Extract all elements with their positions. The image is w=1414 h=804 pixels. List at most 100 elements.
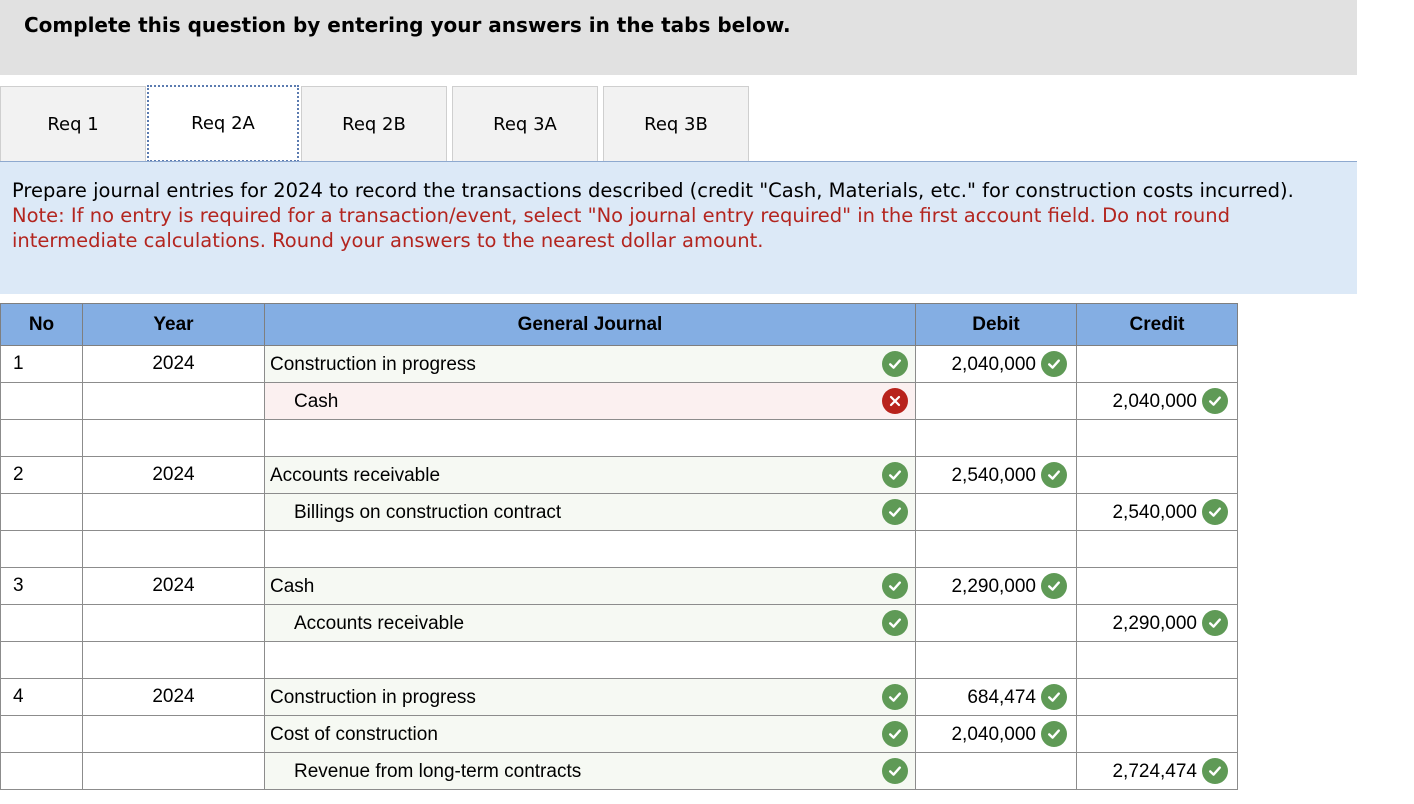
cell-year[interactable] [82,382,265,420]
check-icon [882,351,908,377]
cell-year[interactable] [82,641,265,679]
tab-req-1[interactable]: Req 1 [0,86,146,161]
cell-credit[interactable]: 2,724,474 [1076,752,1238,790]
cell-credit[interactable]: 2,040,000 [1076,382,1238,420]
tab-req-2a[interactable]: Req 2A [147,85,299,162]
cell-account[interactable]: Accounts receivable [264,456,916,494]
cell-entry-number: 4 [0,678,83,716]
cell-account[interactable]: Construction in progress [264,678,916,716]
debit-amount: 2,040,000 [951,354,1036,375]
journal-row: Cost of construction 2,040,000 [0,715,1238,753]
check-icon [1202,388,1228,414]
cell-account[interactable]: Cost of construction [264,715,916,753]
cell-entry-number [0,382,83,420]
cell-account[interactable]: Cash [264,382,916,420]
cell-credit[interactable]: 2,540,000 [1076,493,1238,531]
instructions-text: Prepare journal entries for 2024 to reco… [12,179,1294,202]
cell-account[interactable]: Cash [264,567,916,605]
cell-year[interactable] [82,752,265,790]
cell-account[interactable] [264,419,916,457]
journal-row: 4 2024 Construction in progress 684,474 [0,678,1238,716]
tab-req-3a[interactable]: Req 3A [452,86,598,161]
cell-year[interactable] [82,530,265,568]
credit-amount: 2,724,474 [1112,761,1197,782]
journal-row: Revenue from long-term contracts 2,724,47… [0,752,1238,790]
account-name: Construction in progress [270,354,476,375]
cell-year[interactable] [82,493,265,531]
cell-credit[interactable] [1076,530,1238,568]
cell-debit[interactable] [915,530,1077,568]
instructions-panel: Prepare journal entries for 2024 to reco… [0,162,1357,294]
cell-debit[interactable] [915,604,1077,642]
journal-row: Billings on construction contract 2,540,0… [0,493,1238,531]
check-icon [1041,351,1067,377]
journal-row: 1 2024 Construction in progress 2,040,000 [0,345,1238,383]
cell-account[interactable]: Revenue from long-term contracts [264,752,916,790]
cell-account[interactable]: Construction in progress [264,345,916,383]
tab-label: Req 2A [191,113,255,134]
account-name: Cash [270,576,315,597]
credit-amount: 2,540,000 [1112,502,1197,523]
header-general-journal: General Journal [264,303,916,346]
cell-account[interactable]: Billings on construction contract [264,493,916,531]
account-name: Billings on construction contract [294,502,562,523]
cell-credit[interactable] [1076,419,1238,457]
debit-amount: 2,040,000 [951,724,1036,745]
x-icon [882,388,908,414]
cell-debit[interactable] [915,641,1077,679]
cell-year[interactable] [82,715,265,753]
cell-account[interactable] [264,530,916,568]
cell-debit[interactable]: 2,540,000 [915,456,1077,494]
cell-debit[interactable]: 2,290,000 [915,567,1077,605]
question-banner: Complete this question by entering your … [0,0,1357,75]
account-name: Accounts receivable [294,613,465,634]
cell-account[interactable]: Accounts receivable [264,604,916,642]
tab-req-2b[interactable]: Req 2B [301,86,447,161]
header-no: No [0,303,83,346]
cell-entry-number [0,493,83,531]
tab-label: Req 1 [47,113,99,135]
cell-credit[interactable] [1076,678,1238,716]
cell-credit[interactable] [1076,345,1238,383]
cell-year[interactable]: 2024 [82,456,265,494]
cell-debit[interactable] [915,382,1077,420]
cell-credit[interactable] [1076,641,1238,679]
cell-credit[interactable] [1076,715,1238,753]
cell-entry-number [0,641,83,679]
account-name: Revenue from long-term contracts [294,761,582,782]
general-journal-table: No Year General Journal Debit Credit 1 20… [0,303,1238,790]
check-icon [1041,462,1067,488]
cell-year[interactable]: 2024 [82,567,265,605]
cell-year[interactable]: 2024 [82,345,265,383]
account-name: Cash [294,391,339,412]
cell-year[interactable] [82,604,265,642]
cell-credit[interactable]: 2,290,000 [1076,604,1238,642]
cell-debit[interactable]: 684,474 [915,678,1077,716]
cell-entry-number [0,419,83,457]
check-icon [1041,721,1067,747]
tab-req-3b[interactable]: Req 3B [603,86,749,161]
check-icon [1202,758,1228,784]
cell-debit[interactable] [915,752,1077,790]
cell-debit[interactable] [915,493,1077,531]
check-icon [882,610,908,636]
cell-credit[interactable] [1076,456,1238,494]
cell-year[interactable]: 2024 [82,678,265,716]
cell-credit[interactable] [1076,567,1238,605]
check-icon [1041,573,1067,599]
check-icon [882,462,908,488]
banner-title: Complete this question by entering your … [24,13,791,37]
cell-entry-number [0,604,83,642]
check-icon [1202,499,1228,525]
cell-debit[interactable]: 2,040,000 [915,715,1077,753]
header-year: Year [82,303,265,346]
journal-row [0,419,1238,457]
cell-year[interactable] [82,419,265,457]
cell-account[interactable] [264,641,916,679]
cell-debit[interactable]: 2,040,000 [915,345,1077,383]
cell-debit[interactable] [915,419,1077,457]
debit-amount: 2,290,000 [951,576,1036,597]
check-icon [882,499,908,525]
header-debit: Debit [915,303,1077,346]
journal-row: Accounts receivable 2,290,000 [0,604,1238,642]
